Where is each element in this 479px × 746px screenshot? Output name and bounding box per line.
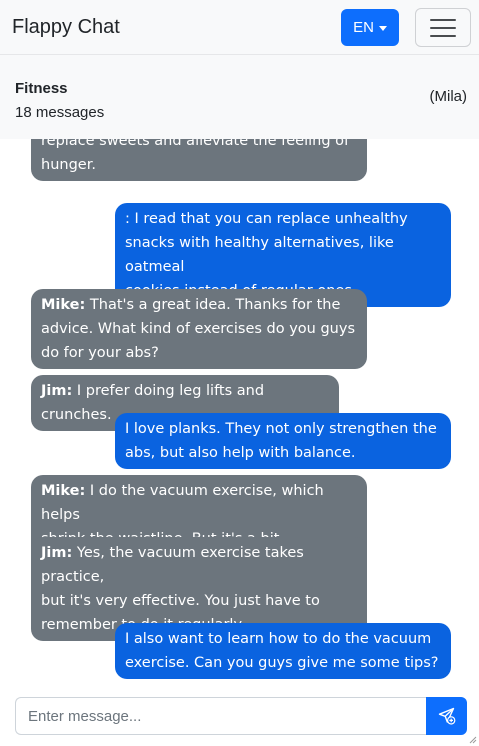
message-text: That's a great idea. Thanks for the advi…: [41, 297, 356, 361]
message-bubble: I also want to learn how to do the vacuu…: [115, 623, 451, 679]
message-list[interactable]: replace sweets and alleviate the feeling…: [0, 139, 479, 684]
message-bubble: Mike: That's a great idea. Thanks for th…: [31, 289, 367, 369]
language-label: EN: [353, 19, 374, 36]
message-input[interactable]: [15, 697, 427, 735]
resize-handle-icon[interactable]: [469, 736, 477, 744]
message-text: I also want to learn how to do the vacuu…: [125, 631, 439, 671]
message-text: Yes, the vacuum exercise takes practice,…: [41, 545, 320, 633]
menu-toggle-button[interactable]: [415, 8, 471, 47]
message-bubble: I love planks. They not only strengthen …: [115, 413, 451, 469]
navbar: Flappy Chat EN: [0, 0, 479, 55]
message-text: : I read that you can replace unhealthy …: [125, 211, 408, 299]
message-sender: Jim:: [41, 545, 73, 561]
message-text: I love planks. They not only strengthen …: [125, 421, 437, 461]
send-button[interactable]: [426, 697, 467, 735]
app-brand[interactable]: Flappy Chat: [12, 16, 120, 39]
message-sender: Mike:: [41, 483, 86, 499]
message-composer: [15, 697, 467, 735]
message-text: replace sweets and alleviate the feeling…: [41, 139, 350, 173]
message-count: 18 messages: [15, 104, 105, 121]
chat-header: Fitness 18 messages (Mila): [0, 55, 479, 139]
language-dropdown-button[interactable]: EN: [341, 9, 399, 46]
message-bubble: replace sweets and alleviate the feeling…: [31, 139, 367, 181]
chat-title: Fitness: [15, 80, 68, 97]
message-sender: Jim:: [41, 383, 73, 399]
send-plus-icon: [438, 707, 455, 725]
hamburger-icon: [430, 18, 456, 21]
caret-down-icon: [378, 25, 387, 31]
message-sender: Mike:: [41, 297, 86, 313]
current-user: (Mila): [429, 88, 468, 105]
